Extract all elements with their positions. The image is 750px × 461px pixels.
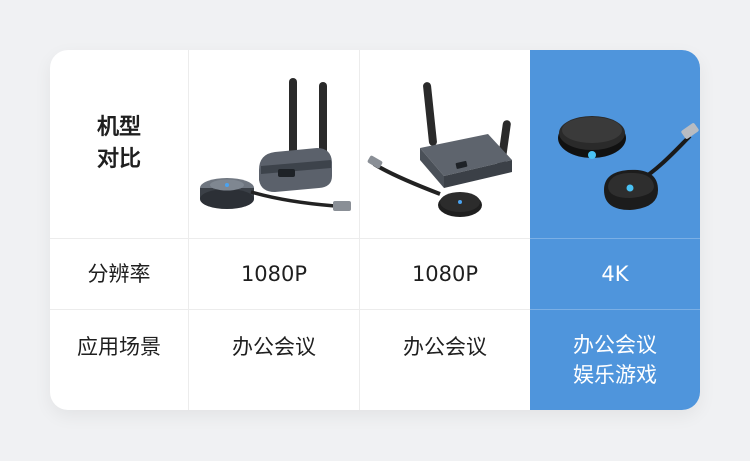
header-label-cell: 机型 对比 (50, 50, 188, 238)
product-image-2 (360, 50, 530, 238)
scenario-value-3: 办公会议 娱乐游戏 (530, 310, 700, 410)
comparison-card: 机型 对比 分辨率 1080P 1080P 4K 应用场景 办公会议 办公会议 … (50, 50, 700, 410)
product-image-3 (530, 50, 700, 238)
header-label-line1: 机型 (96, 115, 141, 141)
row-label-scenario: 应用场景 (77, 335, 161, 360)
row-label-resolution: 分辨率 (87, 261, 151, 286)
scenario-value-3-line2: 娱乐游戏 (573, 363, 657, 387)
wireless-4k-puck-dongle-icon (558, 116, 699, 210)
scenario-value-2: 办公会议 (403, 335, 487, 360)
scenario-value-1: 办公会议 (232, 335, 316, 360)
wireless-hdmi-kit-angled-antenna-icon (367, 82, 512, 217)
wireless-hdmi-kit-dual-antenna-icon (200, 78, 351, 211)
resolution-value-3: 4K (601, 261, 629, 286)
header-label-line2: 对比 (96, 147, 141, 172)
scenario-value-3-line1: 办公会议 (573, 332, 657, 357)
resolution-value-2: 1080P (411, 261, 479, 286)
resolution-value-1: 1080P (240, 261, 308, 286)
product-image-1 (189, 50, 359, 238)
